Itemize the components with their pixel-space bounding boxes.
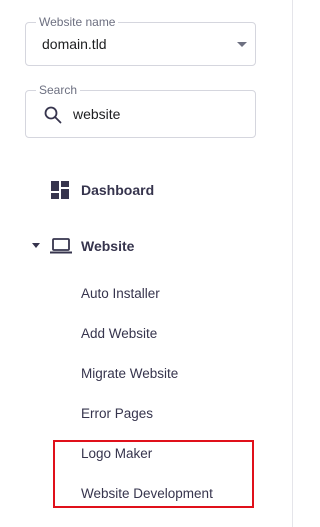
laptop-icon	[50, 238, 72, 254]
search-icon	[44, 106, 62, 124]
sidebar-subitem-website-development[interactable]: Website Development	[81, 486, 213, 508]
sidebar-item-label: Dashboard	[81, 182, 155, 198]
website-name-select[interactable]: Website name domain.tld	[25, 15, 256, 66]
search-value: website	[73, 106, 121, 122]
search-input[interactable]: Search website	[25, 83, 256, 138]
caret-down-icon	[32, 243, 40, 248]
dashboard-icon	[51, 181, 69, 199]
website-name-value: domain.tld	[42, 36, 107, 52]
sidebar-subitem-error-pages[interactable]: Error Pages	[81, 406, 153, 428]
sidebar-subitem-migrate-website[interactable]: Migrate Website	[81, 366, 178, 388]
sidebar-item-label: Website	[81, 238, 135, 254]
sidebar-item-dashboard[interactable]: Dashboard	[0, 172, 292, 208]
search-label: Search	[36, 83, 81, 97]
website-name-label: Website name	[36, 15, 119, 29]
sidebar-subitem-auto-installer[interactable]: Auto Installer	[81, 286, 160, 308]
sidebar-subitem-logo-maker[interactable]: Logo Maker	[81, 446, 152, 468]
sidebar: Website name domain.tld Search website D…	[0, 0, 293, 527]
sidebar-subitem-add-website[interactable]: Add Website	[81, 326, 157, 348]
sidebar-item-website[interactable]: Website	[0, 228, 292, 264]
chevron-down-icon	[237, 42, 247, 47]
